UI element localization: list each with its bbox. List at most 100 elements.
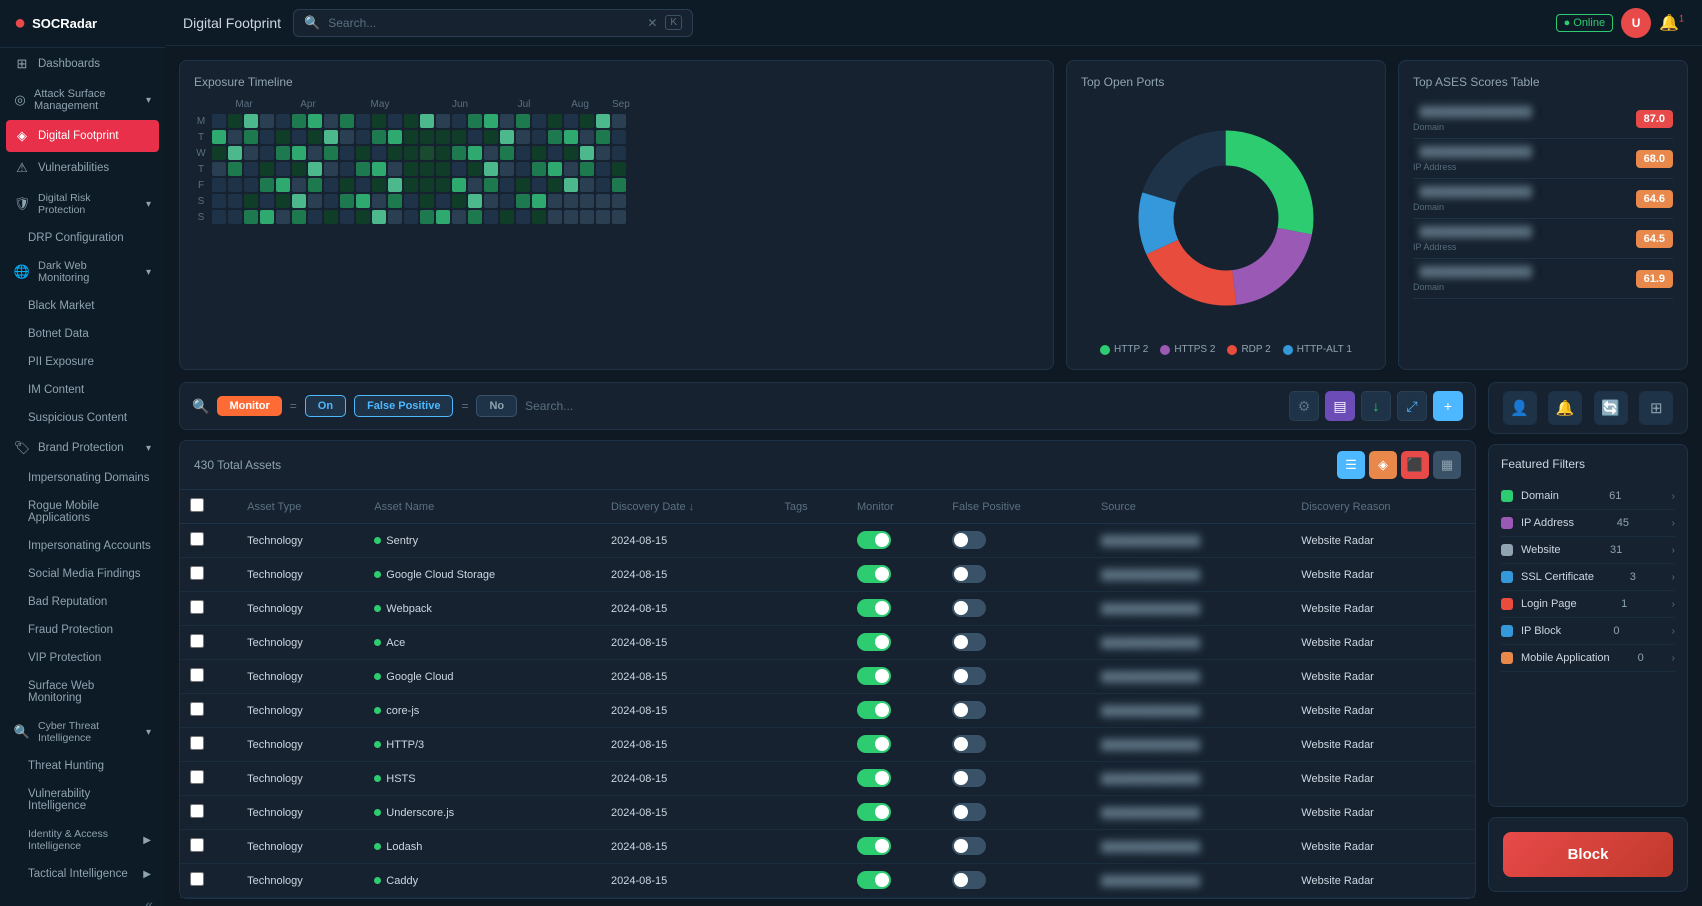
row-checkbox-7[interactable] xyxy=(190,770,204,784)
monitor-toggle-5[interactable] xyxy=(857,701,891,719)
row-checkbox-6[interactable] xyxy=(190,736,204,750)
view-btn-list[interactable]: ☰ xyxy=(1337,451,1365,479)
block-button[interactable]: Block xyxy=(1503,832,1673,877)
filter-columns-button[interactable]: ▤ xyxy=(1325,391,1355,421)
sidebar-item-dashboards[interactable]: ⊞ Dashboards xyxy=(0,48,165,80)
sidebar-item-fraud-protection[interactable]: Fraud Protection xyxy=(0,616,165,644)
sidebar-item-pii-exposure[interactable]: PII Exposure xyxy=(0,348,165,376)
notification-icon[interactable]: 🔔1 xyxy=(1659,13,1684,33)
row-checkbox-3[interactable] xyxy=(190,634,204,648)
monitor-toggle-8[interactable] xyxy=(857,803,891,821)
monitor-toggle-10[interactable] xyxy=(857,871,891,889)
monitor-toggle-4[interactable] xyxy=(857,667,891,685)
row-checkbox-5[interactable] xyxy=(190,702,204,716)
toggle-thumb-0 xyxy=(875,533,889,547)
sidebar-item-rogue-mobile[interactable]: Rogue Mobile Applications xyxy=(0,492,165,532)
view-btn-red[interactable]: ⬛ xyxy=(1401,451,1429,479)
fp-toggle-10[interactable] xyxy=(952,871,986,889)
sidebar-item-digital-footprint[interactable]: ◈ Digital Footprint xyxy=(6,120,159,152)
sidebar-item-identity-access[interactable]: Identity & Access Intelligence ▶ xyxy=(0,820,165,860)
ases-row-3: ████████████████ IP Address 64.5 xyxy=(1413,219,1673,259)
fp-toggle-9[interactable] xyxy=(952,837,986,855)
row-checkbox-2[interactable] xyxy=(190,600,204,614)
no-filter-button[interactable]: No xyxy=(476,395,517,417)
view-btn-orange[interactable]: ◈ xyxy=(1369,451,1397,479)
clear-search-icon[interactable]: ✕ xyxy=(647,16,657,30)
sidebar-item-brand-protection[interactable]: 🏷 Brand Protection ▾ xyxy=(0,432,165,464)
on-filter-button[interactable]: On xyxy=(305,395,346,417)
fp-filter-button[interactable]: False Positive xyxy=(354,395,453,417)
featured-filter-website[interactable]: Website 31 › xyxy=(1501,537,1675,564)
sidebar-item-bad-reputation[interactable]: Bad Reputation xyxy=(0,588,165,616)
search-filter-icon[interactable]: 🔍 xyxy=(192,398,209,415)
search-input[interactable] xyxy=(328,16,639,30)
sidebar-item-attack-surface[interactable]: ◎ Attack Surface Management ▾ xyxy=(0,80,165,120)
total-assets-label: 430 Total Assets xyxy=(194,458,281,472)
sidebar-item-vuln-intelligence[interactable]: Vulnerability Intelligence xyxy=(0,780,165,820)
view-btn-gray[interactable]: ▦ xyxy=(1433,451,1461,479)
panel-alert-icon[interactable]: 🔔 xyxy=(1548,391,1582,425)
featured-filter-ip-block[interactable]: IP Block 0 › xyxy=(1501,618,1675,645)
monitor-toggle-6[interactable] xyxy=(857,735,891,753)
monitor-filter-button[interactable]: Monitor xyxy=(217,396,281,416)
row-checkbox-10[interactable] xyxy=(190,872,204,886)
filter-download-button[interactable]: ↓ xyxy=(1361,391,1391,421)
fp-toggle-0[interactable] xyxy=(952,531,986,549)
monitor-toggle-7[interactable] xyxy=(857,769,891,787)
fp-toggle-1[interactable] xyxy=(952,565,986,583)
sidebar-item-threat-hunting[interactable]: Threat Hunting xyxy=(0,752,165,780)
sidebar-item-digital-risk[interactable]: 🛡 Digital Risk Protection ▾ xyxy=(0,184,165,224)
sidebar-item-black-market[interactable]: Black Market xyxy=(0,292,165,320)
select-all-checkbox[interactable] xyxy=(190,498,204,512)
tactical-intelligence-label: Tactical Intelligence xyxy=(28,868,128,880)
filter-search-input[interactable] xyxy=(525,399,1281,413)
fp-toggle-8[interactable] xyxy=(952,803,986,821)
fp-toggle-4[interactable] xyxy=(952,667,986,685)
monitor-toggle-9[interactable] xyxy=(857,837,891,855)
sidebar-item-impersonating-accounts[interactable]: Impersonating Accounts xyxy=(0,532,165,560)
featured-filter-mobile-application[interactable]: Mobile Application 0 › xyxy=(1501,645,1675,672)
sidebar-item-dark-web[interactable]: 🌐 Dark Web Monitoring ▾ xyxy=(0,252,165,292)
sidebar-item-im-content[interactable]: IM Content xyxy=(0,376,165,404)
fp-toggle-3[interactable] xyxy=(952,633,986,651)
collapse-sidebar-button[interactable]: « xyxy=(0,888,165,906)
featured-filter-domain[interactable]: Domain 61 › xyxy=(1501,483,1675,510)
row-monitor-5 xyxy=(847,694,942,728)
sidebar-item-drp-config[interactable]: DRP Configuration xyxy=(0,224,165,252)
filter-settings-button[interactable]: ⚙ xyxy=(1289,391,1319,421)
filter-add-button[interactable]: + xyxy=(1433,391,1463,421)
panel-user-icon[interactable]: 👤 xyxy=(1503,391,1537,425)
sidebar-item-botnet-data[interactable]: Botnet Data xyxy=(0,320,165,348)
eq-separator-1: = xyxy=(290,399,297,413)
fp-toggle-6[interactable] xyxy=(952,735,986,753)
monitor-toggle-2[interactable] xyxy=(857,599,891,617)
fp-toggle-7[interactable] xyxy=(952,769,986,787)
fp-toggle-5[interactable] xyxy=(952,701,986,719)
monitor-toggle-3[interactable] xyxy=(857,633,891,651)
sidebar-item-cyber-threat[interactable]: 🔍 Cyber Threat Intelligence ▾ xyxy=(0,712,165,752)
sidebar-item-social-media[interactable]: Social Media Findings xyxy=(0,560,165,588)
sidebar-item-surface-web[interactable]: Surface Web Monitoring xyxy=(0,672,165,712)
row-checkbox-0[interactable] xyxy=(190,532,204,546)
featured-filter-login-page[interactable]: Login Page 1 › xyxy=(1501,591,1675,618)
monitor-toggle-1[interactable] xyxy=(857,565,891,583)
featured-filter-ssl-certificate[interactable]: SSL Certificate 3 › xyxy=(1501,564,1675,591)
user-avatar[interactable]: U xyxy=(1621,8,1651,38)
panel-refresh-icon[interactable]: 🔄 xyxy=(1594,391,1628,425)
row-checkbox-1[interactable] xyxy=(190,566,204,580)
row-date-9: 2024-08-15 xyxy=(601,830,774,864)
sidebar-item-impersonating-domains[interactable]: Impersonating Domains xyxy=(0,464,165,492)
sidebar-item-tactical-intelligence[interactable]: Tactical Intelligence ▶ xyxy=(0,860,165,888)
row-checkbox-9[interactable] xyxy=(190,838,204,852)
fp-toggle-2[interactable] xyxy=(952,599,986,617)
sidebar-item-vip-protection[interactable]: VIP Protection xyxy=(0,644,165,672)
row-checkbox-8[interactable] xyxy=(190,804,204,818)
row-checkbox-4[interactable] xyxy=(190,668,204,682)
filter-expand-button[interactable]: ⤢ xyxy=(1397,391,1427,421)
sidebar-item-suspicious-content[interactable]: Suspicious Content xyxy=(0,404,165,432)
featured-filter-ip-address[interactable]: IP Address 45 › xyxy=(1501,510,1675,537)
row-fp-10 xyxy=(942,864,1091,898)
monitor-toggle-0[interactable] xyxy=(857,531,891,549)
sidebar-item-vulnerabilities[interactable]: ⚠ Vulnerabilities xyxy=(0,152,165,184)
panel-grid-icon[interactable]: ⊞ xyxy=(1639,391,1673,425)
